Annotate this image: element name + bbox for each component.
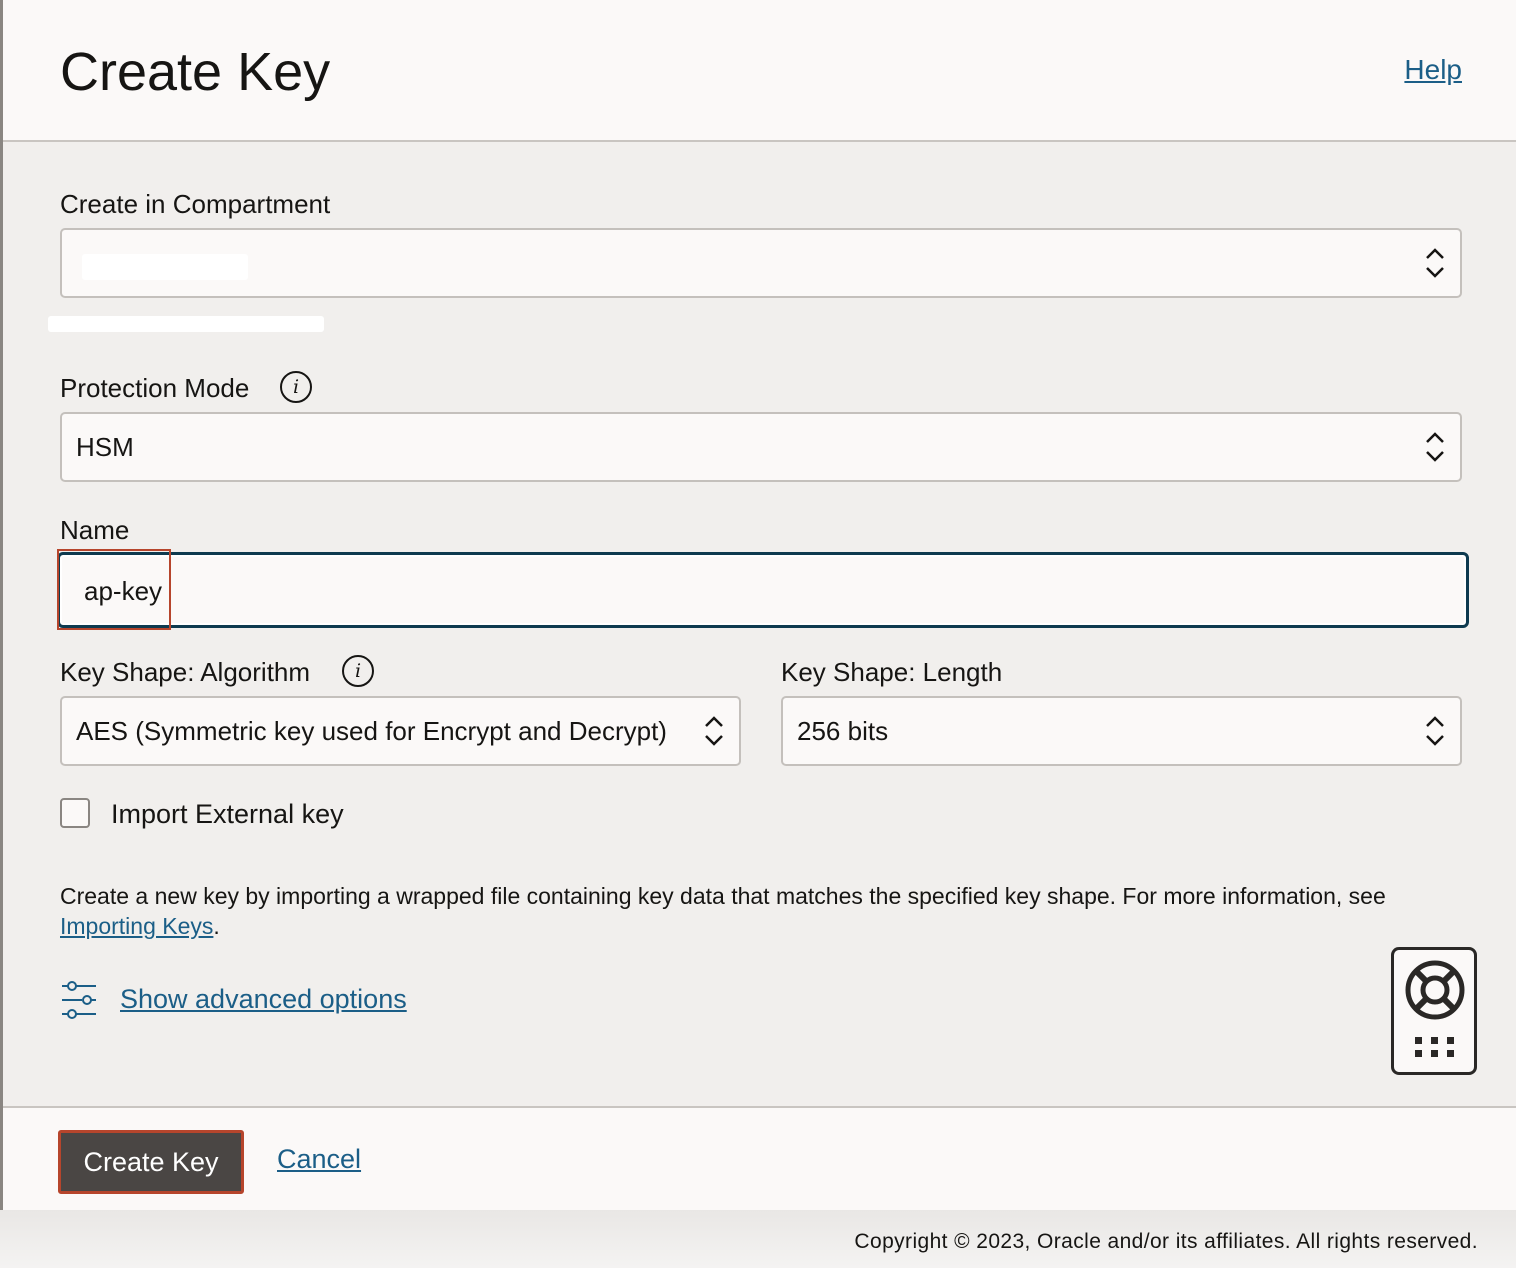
import-external-label: Import External key xyxy=(111,799,344,829)
length-label: Key Shape: Length xyxy=(781,657,1003,687)
page-title: Create Key xyxy=(60,42,331,102)
name-highlight-box xyxy=(57,549,171,630)
import-description: Create a new key by importing a wrapped … xyxy=(60,881,1480,941)
name-input[interactable]: ap-key xyxy=(57,552,1469,628)
chevron-updown-icon xyxy=(1426,716,1444,746)
form-body: Create in Compartment Protection Mode i … xyxy=(3,142,1516,1106)
redacted-compartment-path xyxy=(48,316,324,332)
cancel-link[interactable]: Cancel xyxy=(277,1144,361,1175)
import-external-checkbox[interactable] xyxy=(60,798,90,828)
redacted-compartment-value xyxy=(82,254,248,280)
help-widget[interactable] xyxy=(1391,947,1477,1075)
help-link[interactable]: Help xyxy=(1404,54,1462,86)
show-advanced-options-link[interactable]: Show advanced options xyxy=(120,984,407,1015)
info-icon[interactable]: i xyxy=(342,655,374,687)
lifebuoy-icon xyxy=(1405,960,1465,1020)
grid-dots-icon xyxy=(1415,1037,1454,1057)
chevron-updown-icon xyxy=(1426,432,1444,462)
protection-mode-value: HSM xyxy=(76,432,134,462)
algorithm-label: Key Shape: Algorithm xyxy=(60,657,311,687)
protection-mode-label: Protection Mode xyxy=(60,373,250,403)
chevron-updown-icon xyxy=(705,716,723,746)
create-key-button[interactable]: Create Key xyxy=(58,1130,244,1194)
compartment-label: Create in Compartment xyxy=(60,189,331,219)
chevron-updown-icon xyxy=(1426,248,1444,278)
copyright-text: Copyright © 2023, Oracle and/or its affi… xyxy=(854,1230,1478,1253)
length-select[interactable]: 256 bits xyxy=(781,696,1462,766)
algorithm-value: AES (Symmetric key used for Encrypt and … xyxy=(76,716,667,746)
sliders-icon xyxy=(62,981,96,1019)
importing-keys-link[interactable]: Importing Keys xyxy=(60,913,213,939)
compartment-select[interactable] xyxy=(60,228,1462,298)
protection-mode-select[interactable]: HSM xyxy=(60,412,1462,482)
description-suffix: . xyxy=(213,913,220,939)
copyright-bar: Copyright © 2023, Oracle and/or its affi… xyxy=(0,1210,1516,1268)
length-value: 256 bits xyxy=(797,716,889,746)
name-label: Name xyxy=(60,515,130,545)
description-text: Create a new key by importing a wrapped … xyxy=(60,883,1386,909)
panel-header: Create Key Help xyxy=(3,0,1516,142)
algorithm-select[interactable]: AES (Symmetric key used for Encrypt and … xyxy=(60,696,741,766)
panel-footer: Create Key Cancel xyxy=(3,1106,1516,1210)
info-icon[interactable]: i xyxy=(280,371,312,403)
